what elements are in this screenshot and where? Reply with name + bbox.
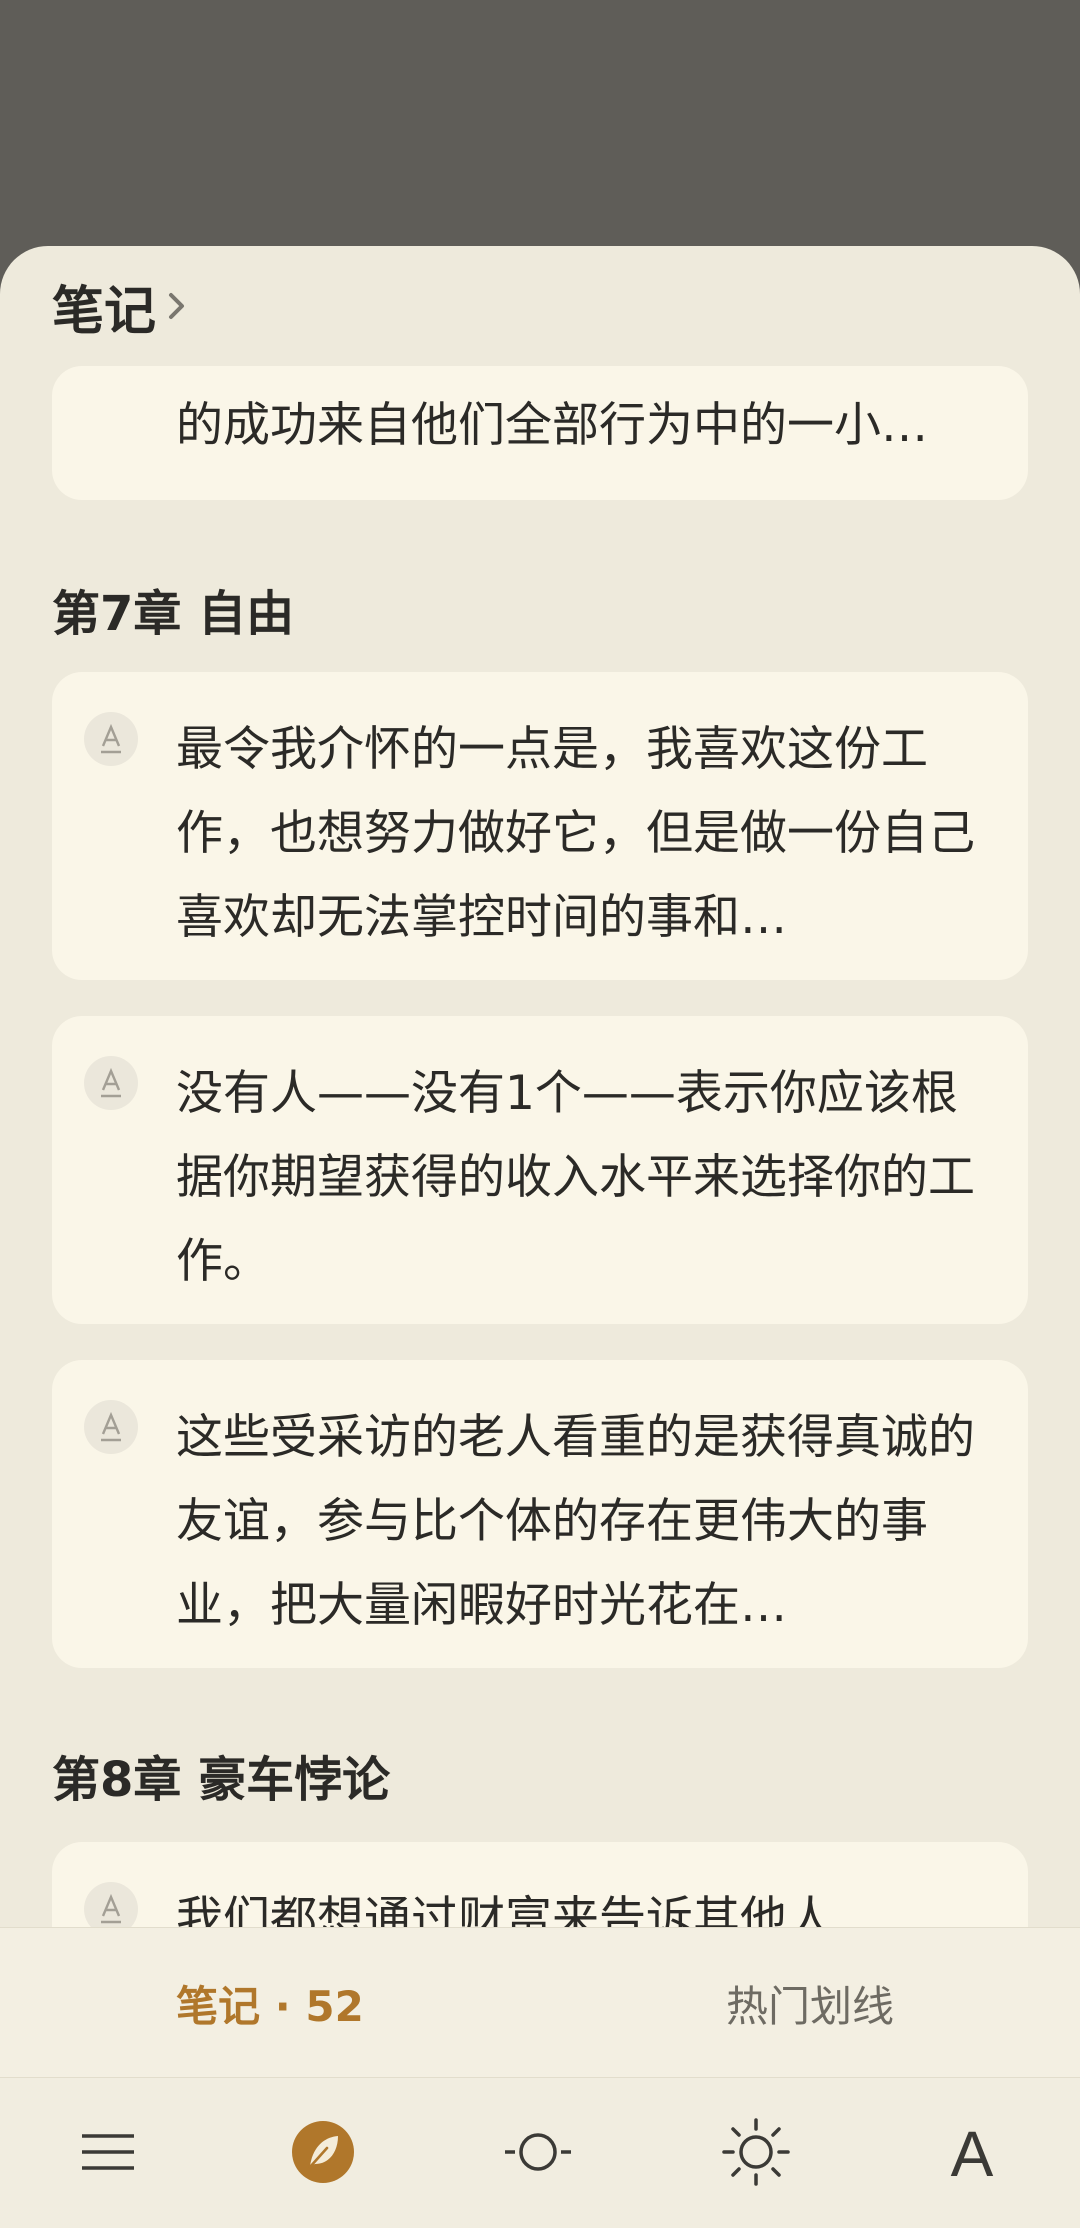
menu-button[interactable] (48, 2078, 168, 2228)
progress-icon (502, 2128, 574, 2180)
brightness-icon (721, 2117, 791, 2191)
tab-notes-label: 笔记 · 52 (176, 1981, 364, 2031)
note-card[interactable]: 没有人——没有1个——表示你应该根据你期望获得的收入水平来选择你的工作。 (52, 1016, 1028, 1324)
font-icon: A (950, 2117, 994, 2190)
page-title: 笔记 (52, 281, 157, 342)
note-text: 的成功来自他们全部行为中的一小… (176, 398, 928, 453)
reader-toolbar: A (0, 2077, 1080, 2228)
tab-notes[interactable]: 笔记 · 52 (60, 1928, 480, 2078)
note-text: 这些受采访的老人看重的是获得真诚的友谊，参与比个体的存在更伟大的事业，把大量闲暇… (176, 1410, 975, 1633)
underline-a-icon (84, 1056, 138, 1110)
tab-hot-highlights[interactable]: 热门划线 (600, 1928, 1020, 2078)
chapter-title: 第8章 豪车悖论 (52, 1752, 391, 1808)
notes-sheet: 笔记 的成功来自他们全部行为中的一小… 第7章 自由 最令我介怀的一点是，我喜欢… (0, 246, 1080, 2228)
menu-icon (78, 2128, 138, 2180)
notes-list[interactable]: 笔记 的成功来自他们全部行为中的一小… 第7章 自由 最令我介怀的一点是，我喜欢… (0, 246, 1080, 1927)
chapter-title: 第7章 自由 (52, 586, 295, 642)
note-card[interactable]: 的成功来自他们全部行为中的一小… (52, 366, 1028, 500)
notes-header[interactable]: 笔记 (52, 276, 186, 342)
leaf-icon (291, 2120, 355, 2188)
underline-a-icon (84, 1882, 138, 1927)
note-card[interactable]: 最令我介怀的一点是，我喜欢这份工作，也想努力做好它，但是做一份自己喜欢却无法掌控… (52, 672, 1028, 980)
note-card[interactable]: 这些受采访的老人看重的是获得真诚的友谊，参与比个体的存在更伟大的事业，把大量闲暇… (52, 1360, 1028, 1668)
notes-button[interactable] (263, 2078, 383, 2228)
progress-button[interactable] (478, 2078, 598, 2228)
note-text: 最令我介怀的一点是，我喜欢这份工作，也想努力做好它，但是做一份自己喜欢却无法掌控… (176, 722, 975, 945)
notes-tabbar: 笔记 · 52 热门划线 (0, 1927, 1080, 2078)
note-text: 没有人——没有1个——表示你应该根据你期望获得的收入水平来选择你的工作。 (176, 1066, 975, 1289)
underline-a-icon (84, 1400, 138, 1454)
note-card[interactable]: 我们都想通过财富来告诉其他人 (52, 1842, 1028, 1927)
note-text: 我们都想通过财富来告诉其他人 (176, 1892, 834, 1927)
underline-a-icon (84, 712, 138, 766)
brightness-button[interactable] (696, 2078, 816, 2228)
tab-hot-label: 热门划线 (725, 1981, 894, 2031)
font-settings-button[interactable]: A (912, 2078, 1032, 2228)
chevron-right-icon (168, 291, 186, 325)
